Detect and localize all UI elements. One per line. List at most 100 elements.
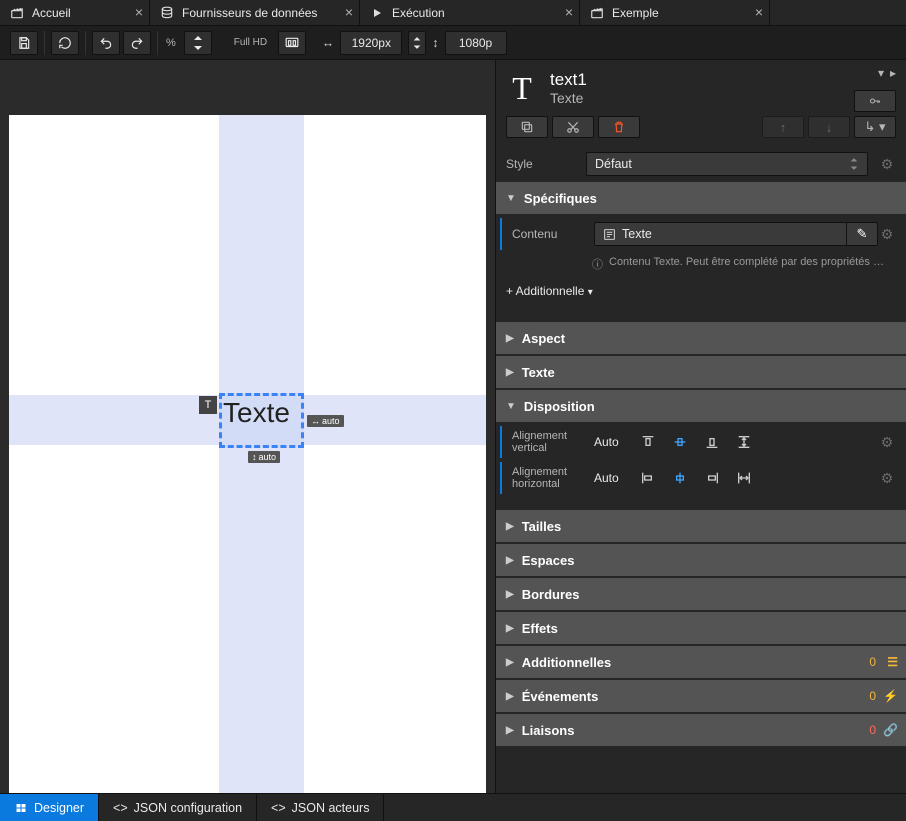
gear-icon[interactable]: ⚙ (878, 434, 896, 451)
prop-label: Contenu (512, 227, 594, 241)
more-actions-button[interactable]: ↳ ▾ (854, 116, 896, 138)
section-title: Disposition (524, 399, 595, 414)
zoom-stepper[interactable] (184, 31, 212, 55)
close-icon[interactable]: × (135, 5, 143, 19)
tab-execution[interactable]: Exécution × (360, 0, 580, 25)
section-effets[interactable]: ▶Effets (496, 612, 906, 644)
contenu-value: Texte (622, 227, 652, 241)
close-icon[interactable]: × (755, 5, 763, 19)
section-title: Spécifiques (524, 191, 597, 206)
width-arrows-icon: ↔ (322, 36, 335, 50)
section-evenements[interactable]: ▶ Événements 0 ⚡ (496, 680, 906, 712)
refresh-button[interactable] (51, 31, 79, 55)
footer-tab-label: JSON acteurs (292, 801, 370, 815)
contenu-value-area[interactable]: Texte (595, 223, 847, 245)
cut-button[interactable] (552, 116, 594, 138)
style-select[interactable]: Défaut (586, 152, 868, 176)
chevron-right-icon: ▶ (506, 555, 514, 566)
tab-accueil[interactable]: Accueil × (0, 0, 150, 25)
footer-tabs: Designer <> JSON configuration <> JSON a… (0, 793, 906, 821)
section-title: Additionnelles (522, 655, 612, 670)
section-espaces[interactable]: ▶ Espaces (496, 544, 906, 576)
tab-exemple[interactable]: Exemple × (580, 0, 770, 25)
section-bordures[interactable]: ▶Bordures (496, 578, 906, 610)
copy-button[interactable] (506, 116, 548, 138)
panel-menu-icon[interactable]: ▾ (878, 66, 884, 80)
move-up-button[interactable]: ↑ (762, 116, 804, 138)
chevron-right-icon: ▶ (506, 333, 514, 344)
tab-fournisseurs[interactable]: Fournisseurs de données × (150, 0, 360, 25)
halign-left-icon[interactable] (637, 468, 659, 488)
section-count: 0 (869, 723, 876, 737)
redo-button[interactable] (123, 31, 151, 55)
add-additional-prop[interactable]: + Additionnelle ▾ (496, 276, 906, 306)
gear-icon[interactable]: ⚙ (878, 470, 896, 487)
close-icon[interactable]: × (345, 5, 353, 19)
gear-icon[interactable]: ⚙ (878, 156, 896, 173)
key-button[interactable] (854, 90, 896, 112)
footer-tab-json-actors[interactable]: <> JSON acteurs (257, 794, 384, 821)
panel-next-icon[interactable]: ▸ (890, 66, 896, 80)
footer-tab-designer[interactable]: Designer (0, 794, 99, 821)
toolbar: % Full HD ↔ ↕ (0, 26, 906, 60)
chevron-right-icon: ▶ (506, 691, 514, 702)
prop-valign: Alignement vertical Auto ⚙ (500, 426, 906, 458)
prop-label: Alignement horizontal (512, 466, 594, 490)
halign-stretch-icon[interactable] (733, 468, 755, 488)
tab-label: Accueil (32, 6, 71, 20)
valign-middle-icon[interactable] (669, 432, 691, 452)
chevron-right-icon: ▶ (506, 589, 514, 600)
halign-center-icon[interactable] (669, 468, 691, 488)
save-button[interactable] (10, 31, 38, 55)
resolution-button[interactable] (278, 31, 306, 55)
text-box-icon (603, 228, 616, 241)
valign-bottom-icon[interactable] (701, 432, 723, 452)
section-title: Tailles (522, 519, 562, 534)
section-title: Événements (522, 689, 599, 704)
canvas-pane[interactable]: T Texte ↔auto ↕auto (0, 60, 495, 793)
inspector-panel: ▾ ▸ T text1 Texte ↑ ↓ (495, 60, 906, 793)
delete-button[interactable] (598, 116, 640, 138)
height-arrows-icon: ↕ (432, 36, 438, 50)
undo-button[interactable] (92, 31, 120, 55)
contenu-hint: ⓘ Contenu Texte. Peut être complété par … (496, 252, 906, 276)
valign-options: Auto (594, 432, 755, 452)
resolution-label: Full HD (234, 31, 272, 55)
height-handle[interactable]: ↕auto (248, 451, 280, 463)
section-tailles[interactable]: ▶Tailles (496, 510, 906, 542)
style-row: Style Défaut ⚙ (496, 146, 906, 182)
section-specifiques[interactable]: ▼ Spécifiques (496, 182, 906, 214)
tab-label: Fournisseurs de données (182, 6, 317, 20)
halign-right-icon[interactable] (701, 468, 723, 488)
section-liaisons[interactable]: ▶ Liaisons 0 🔗 (496, 714, 906, 746)
edit-contenu-button[interactable]: ✎ (847, 223, 877, 245)
prop-label: Alignement vertical (512, 430, 594, 454)
section-additionnelles[interactable]: ▶ Additionnelles 0 ☰ (496, 646, 906, 678)
element-type: Texte (550, 90, 587, 106)
valign-top-icon[interactable] (637, 432, 659, 452)
text-type-badge: T (199, 396, 217, 414)
canvas-inner: T Texte ↔auto ↕auto (9, 115, 486, 793)
move-down-button[interactable]: ↓ (808, 116, 850, 138)
chevron-right-icon: ▶ (506, 367, 514, 378)
valign-stretch-icon[interactable] (733, 432, 755, 452)
width-handle[interactable]: ↔auto (307, 415, 344, 427)
section-disposition[interactable]: ▼ Disposition (496, 390, 906, 422)
close-icon[interactable]: × (565, 5, 573, 19)
prop-contenu: Contenu Texte ✎ ⚙ (500, 218, 906, 250)
section-aspect[interactable]: ▶ Aspect (496, 322, 906, 354)
chevron-down-icon: ▼ (506, 193, 516, 204)
section-title: Espaces (522, 553, 575, 568)
gear-icon[interactable]: ⚙ (878, 226, 896, 243)
bolt-icon: ⚡ (883, 689, 898, 703)
code-icon: <> (271, 801, 286, 815)
selected-text-content[interactable]: Texte (223, 397, 290, 429)
width-input[interactable] (340, 31, 402, 55)
prop-halign: Alignement horizontal Auto ⚙ (500, 462, 906, 494)
section-texte[interactable]: ▶Texte (496, 356, 906, 388)
width-stepper[interactable] (408, 31, 426, 55)
height-input[interactable] (445, 31, 507, 55)
footer-tab-json-config[interactable]: <> JSON configuration (99, 794, 257, 821)
section-title: Aspect (522, 331, 565, 346)
footer-tab-label: JSON configuration (134, 801, 242, 815)
